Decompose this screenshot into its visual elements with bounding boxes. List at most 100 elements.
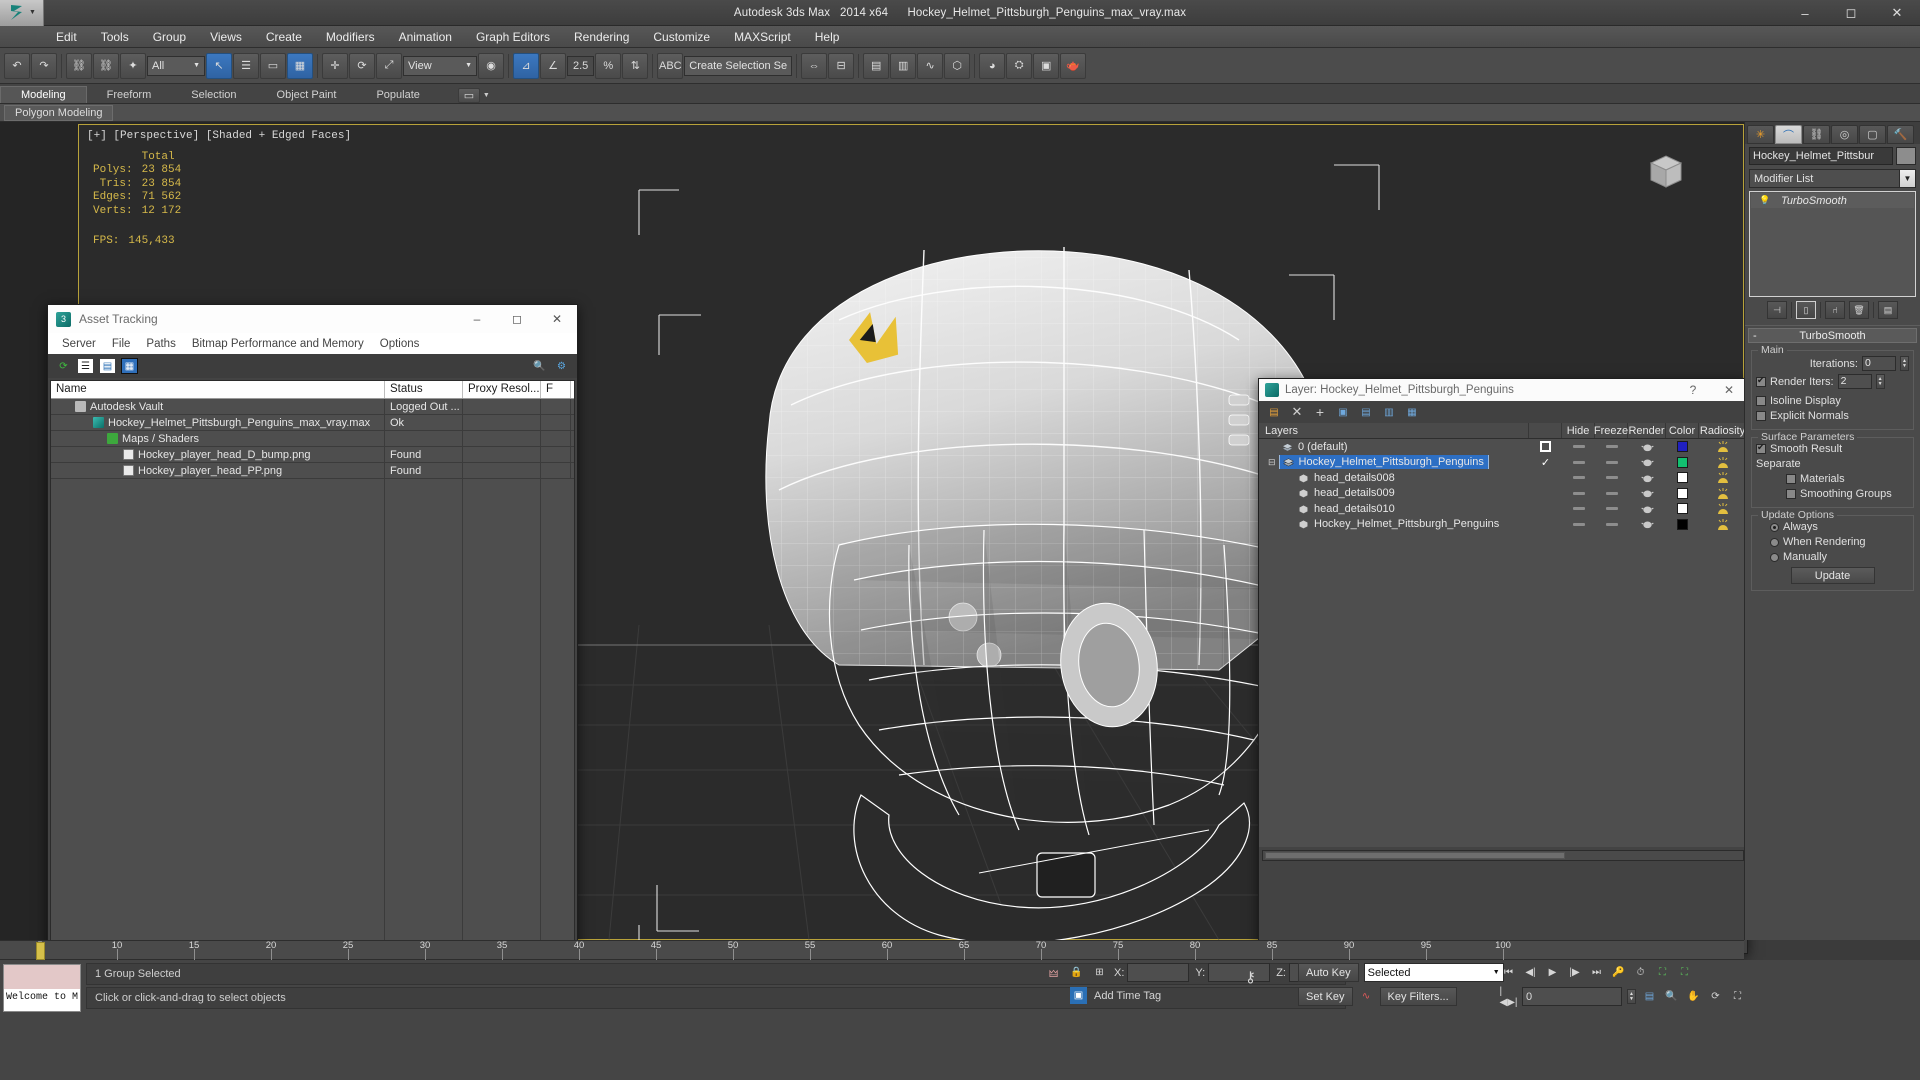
layer-color-swatch[interactable]: [1677, 503, 1688, 515]
selection-lock-icon[interactable]: 🔒: [1068, 964, 1085, 981]
modifier-list-dropdown[interactable]: Modifier List ▼: [1749, 169, 1916, 188]
maximize-viewport-toggle-icon[interactable]: ⛶: [1729, 988, 1746, 1005]
render-teapot-icon[interactable]: [1640, 442, 1654, 452]
update-manually-row[interactable]: Manually: [1756, 551, 1909, 563]
materials-checkbox[interactable]: [1786, 474, 1796, 484]
iterations-spinner[interactable]: ▲ ▼: [1900, 356, 1909, 371]
expand-collapse-icon[interactable]: ⊟: [1268, 457, 1276, 468]
menu-maxscript[interactable]: MAXScript: [722, 28, 803, 46]
layer-properties-icon[interactable]: ▦: [1405, 405, 1419, 419]
select-object-icon[interactable]: ↖: [206, 52, 232, 79]
next-frame-icon[interactable]: |▶: [1566, 964, 1583, 981]
freeze-toggle[interactable]: [1605, 491, 1618, 495]
pan-view-icon[interactable]: ✋: [1685, 988, 1702, 1005]
layer-row[interactable]: Hockey_Helmet_Pittsburgh_Penguins: [1259, 517, 1747, 533]
layer-color-swatch[interactable]: [1677, 456, 1688, 468]
set-key-button[interactable]: Set Key: [1298, 987, 1353, 1006]
asset-table[interactable]: Name Status Proxy Resol... F Autodesk Va…: [50, 380, 575, 948]
key-filters-button[interactable]: Key Filters...: [1379, 987, 1457, 1006]
asset-table-empty-area[interactable]: [51, 479, 574, 947]
table-row[interactable]: Hockey_player_head_D_bump.png Found: [51, 447, 574, 463]
time-configuration-icon[interactable]: ⏱: [1632, 964, 1649, 981]
undo-icon[interactable]: ↶: [4, 52, 30, 79]
current-frame-spinner[interactable]: ▲ ▼: [1627, 989, 1636, 1004]
menu-modifiers[interactable]: Modifiers: [314, 28, 387, 46]
previous-frame-icon[interactable]: ◀|: [1522, 964, 1539, 981]
menu-animation[interactable]: Animation: [387, 28, 464, 46]
redo-icon[interactable]: ↷: [31, 52, 57, 79]
layer-table-body[interactable]: 0 (default) ⊟ Hockey_Helmet_Pittsburgh_P…: [1259, 439, 1747, 847]
mini-listener[interactable]: Welcome to M: [3, 964, 81, 1012]
turbosmooth-rollup-header[interactable]: - TurboSmooth: [1748, 328, 1917, 343]
layer-dialog[interactable]: Layer: Hockey_Helmet_Pittsburgh_Penguins…: [1258, 378, 1748, 954]
add-selection-to-layer-icon[interactable]: ▤: [1359, 405, 1373, 419]
hide-toggle[interactable]: [1572, 476, 1585, 480]
remove-modifier-icon[interactable]: 🗑: [1849, 301, 1869, 319]
menu-views[interactable]: Views: [198, 28, 254, 46]
layer-dialog-titlebar[interactable]: Layer: Hockey_Helmet_Pittsburgh_Penguins…: [1259, 379, 1747, 401]
iterations-field[interactable]: 0: [1862, 356, 1896, 371]
layer-color-swatch[interactable]: [1677, 441, 1688, 453]
snap-value-field[interactable]: 2.5: [567, 55, 595, 76]
render-iters-spinner[interactable]: ▲ ▼: [1875, 374, 1885, 389]
close-button[interactable]: ✕: [1874, 0, 1920, 26]
zoom-extents-icon[interactable]: ⛶: [1654, 964, 1671, 981]
layer-row[interactable]: ⊟ Hockey_Helmet_Pittsburgh_Penguins ✓: [1259, 455, 1747, 471]
update-when-rendering-radio[interactable]: [1770, 537, 1779, 547]
detail-view-icon[interactable]: ▤: [100, 359, 115, 373]
select-objects-in-layer-icon[interactable]: ▣: [1336, 405, 1350, 419]
ribbon-tab-populate[interactable]: Populate: [356, 87, 439, 103]
tab-display[interactable]: ▢: [1859, 125, 1886, 144]
col-proxy[interactable]: Proxy Resol...: [463, 381, 541, 398]
modifier-stack[interactable]: 💡 TurboSmooth: [1749, 191, 1916, 297]
hide-toggle[interactable]: [1572, 507, 1585, 511]
explicit-normals-checkbox[interactable]: [1756, 411, 1766, 421]
add-layer-icon[interactable]: +: [1313, 404, 1327, 420]
make-unique-icon[interactable]: ⑁: [1825, 301, 1845, 319]
mirror-icon[interactable]: ⇔: [801, 52, 828, 79]
ribbon-tab-modeling[interactable]: Modeling: [0, 86, 87, 103]
hide-toggle[interactable]: [1572, 491, 1585, 495]
render-iters-field[interactable]: 2: [1837, 374, 1872, 389]
scrollbar-thumb[interactable]: [1265, 852, 1565, 859]
freeze-toggle[interactable]: [1605, 460, 1618, 464]
window-crossing-icon[interactable]: ▦: [287, 52, 313, 79]
asset-tracking-close-button[interactable]: ✕: [537, 305, 577, 333]
layer-color-swatch[interactable]: [1677, 518, 1688, 530]
at-menu-bitmap-performance[interactable]: Bitmap Performance and Memory: [184, 338, 372, 350]
menu-customize[interactable]: Customize: [641, 28, 722, 46]
asset-tracking-maximize-button[interactable]: ◻: [497, 305, 537, 333]
layer-row[interactable]: head_details009: [1259, 486, 1747, 502]
render-teapot-icon[interactable]: [1640, 504, 1654, 514]
tab-utilities[interactable]: 🔨: [1887, 125, 1914, 144]
select-and-move-icon[interactable]: ✛: [322, 52, 348, 79]
update-always-radio[interactable]: [1770, 522, 1779, 532]
layer-row[interactable]: head_details008: [1259, 470, 1747, 486]
asset-tracking-minimize-button[interactable]: –: [457, 305, 497, 333]
go-to-end-icon[interactable]: ⏭: [1588, 964, 1605, 981]
col-hide[interactable]: Hide: [1562, 423, 1595, 438]
key-mode-dropdown[interactable]: Selected ▼: [1363, 963, 1504, 982]
menu-help[interactable]: Help: [803, 28, 852, 46]
isolate-selection-icon[interactable]: 🜲: [1045, 964, 1062, 981]
asset-tracking-titlebar[interactable]: 3 Asset Tracking – ◻ ✕: [48, 305, 577, 333]
at-menu-server[interactable]: Server: [54, 338, 104, 350]
key-mode-icon[interactable]: 🔑: [1610, 964, 1627, 981]
layer-manager-icon[interactable]: ▤: [863, 52, 890, 79]
tab-hierarchy[interactable]: ⛓: [1803, 125, 1830, 144]
at-menu-file[interactable]: File: [104, 338, 139, 350]
named-selection-set-field[interactable]: Create Selection Se: [684, 55, 793, 76]
set-current-layer-icon[interactable]: ▥: [1382, 405, 1396, 419]
hide-toggle[interactable]: [1572, 460, 1585, 464]
menu-create[interactable]: Create: [254, 28, 314, 46]
menu-rendering[interactable]: Rendering: [562, 28, 641, 46]
rectangular-selection-region-icon[interactable]: ▭: [260, 52, 286, 79]
material-editor-icon[interactable]: ◕: [979, 52, 1006, 79]
y-field[interactable]: [1208, 963, 1271, 982]
select-and-rotate-icon[interactable]: ⟳: [349, 52, 375, 79]
col-name[interactable]: Name: [51, 381, 385, 398]
hide-toggle[interactable]: [1572, 522, 1585, 526]
auto-key-button[interactable]: Auto Key: [1298, 963, 1359, 982]
ribbon-tab-object-paint[interactable]: Object Paint: [257, 87, 357, 103]
add-time-tag-label[interactable]: Add Time Tag: [1094, 990, 1161, 1002]
